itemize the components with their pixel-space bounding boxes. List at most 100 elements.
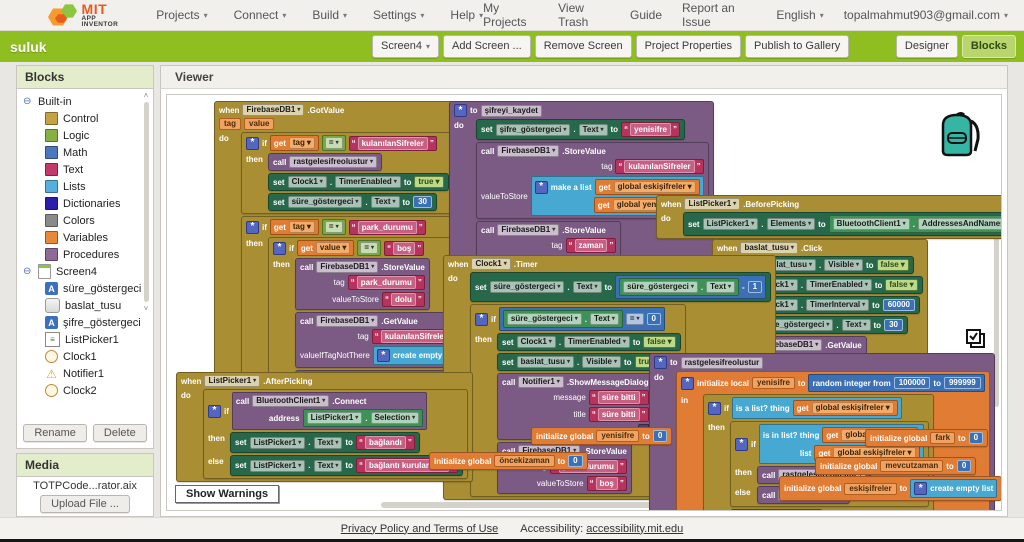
component-listpicker1[interactable]: ≡ListPicker1: [23, 331, 151, 348]
get-variable-block[interactable]: getvalue▾: [297, 240, 354, 256]
number-block[interactable]: 0: [969, 432, 983, 444]
accessibility-link[interactable]: accessibility.mit.edu: [586, 523, 683, 535]
component-notifier1[interactable]: ⚠Notifier1: [23, 365, 151, 382]
block[interactable]: setsüre_göstergeci▾.Text▾tosüre_gösterge…: [470, 272, 771, 302]
builtin-text[interactable]: Text: [23, 161, 151, 178]
inline-block[interactable]: BluetoothClient1▾.AddressesAndNames▾: [829, 215, 1002, 233]
dropdown[interactable]: Text▾: [590, 313, 619, 325]
mutator-icon[interactable]: *: [377, 349, 390, 362]
dropdown[interactable]: FirebaseDB1▾: [316, 261, 378, 273]
dropdown[interactable]: Visible▾: [582, 356, 621, 368]
init-global-oncekizaman[interactable]: initialize globalöncekizamanto0: [429, 452, 588, 470]
link-report-an-issue[interactable]: Report an Issue: [682, 1, 756, 29]
text-block[interactable]: “boş”: [587, 476, 627, 491]
mutator-icon[interactable]: *: [535, 181, 548, 194]
builtin-logic[interactable]: Logic: [23, 127, 151, 144]
get-variable-block[interactable]: gettag▾: [270, 135, 319, 151]
mutator-icon[interactable]: *: [654, 356, 667, 369]
mutator-icon[interactable]: *: [454, 104, 467, 117]
get-variable-block[interactable]: getglobal eskişifreler▾: [595, 179, 700, 195]
block[interactable]: setsüre_göstergeci▾.Text▾to30: [268, 193, 437, 211]
menu-projects[interactable]: Projects▾: [156, 8, 207, 22]
variable-pill[interactable]: öncekizaman: [494, 455, 554, 467]
inline-block[interactable]: süre_göstergeci▾.Text▾: [619, 278, 739, 296]
link-my-projects[interactable]: My Projects: [483, 1, 538, 29]
menu-build[interactable]: Build▾: [312, 8, 347, 22]
dropdown[interactable]: TimerInterval▾: [806, 299, 869, 311]
dropdown[interactable]: süre_göstergeci▾: [507, 313, 582, 325]
block[interactable]: setClock1▾.TimerEnabled▾tofalse▾: [497, 333, 681, 351]
component-şifre_göstergeci[interactable]: Aşifre_göstergeci: [23, 314, 151, 331]
builtin-control[interactable]: Control: [23, 110, 151, 127]
dropdown[interactable]: FirebaseDB1▾: [242, 104, 304, 116]
inline-block[interactable]: random integer from100000to999999: [808, 374, 984, 392]
block[interactable]: setListPicker1▾.Elements▾toBluetoothClie…: [683, 212, 1002, 236]
block[interactable]: callFirebaseDB1▾.GetValuetag“kulanılanSi…: [295, 312, 465, 368]
dropdown[interactable]: süre_göstergeci▾: [288, 196, 363, 208]
get-variable-block[interactable]: gettag▾: [270, 219, 319, 235]
inline-block[interactable]: süre_göstergeci▾.Text▾=▾0: [499, 307, 665, 331]
dropdown[interactable]: ListPicker1▾: [703, 218, 759, 230]
block[interactable]: callşifreyi_kaydet▾: [730, 509, 823, 511]
account-menu[interactable]: topalmahmut903@gmail.com▾: [844, 8, 1008, 22]
dropdown[interactable]: Text▾: [371, 196, 400, 208]
text-block[interactable]: “yenisifre”: [621, 122, 680, 137]
dropdown[interactable]: baslat_tusu▾: [517, 356, 574, 368]
mutator-icon[interactable]: *: [681, 377, 694, 390]
backpack-icon[interactable]: [933, 111, 987, 159]
dropdown[interactable]: FirebaseDB1▾: [497, 224, 559, 236]
block[interactable]: setListPicker1▾.Text▾to“bağlandı”: [230, 432, 420, 453]
number-block[interactable]: 999999: [944, 377, 981, 389]
builtin-colors[interactable]: Colors: [23, 212, 151, 229]
dropdown[interactable]: TimerEnabled▾: [806, 279, 872, 291]
block[interactable]: setbaslat_tusu▾.Visible▾totrue▾: [497, 353, 669, 371]
text-block[interactable]: “park_durumu”: [349, 220, 426, 235]
component-clock2[interactable]: Clock2: [23, 382, 151, 399]
variable-pill[interactable]: yenisifre: [752, 377, 795, 389]
dropdown[interactable]: Clock1▾: [471, 258, 510, 270]
text-block[interactable]: “kulanılanSifreler”: [615, 159, 703, 174]
menu-connect[interactable]: Connect▾: [234, 8, 287, 22]
media-file-name[interactable]: TOTPCode...rator.aix: [17, 480, 153, 492]
mutator-icon[interactable]: *: [735, 438, 748, 451]
number-block[interactable]: 60000: [883, 299, 915, 311]
language-selector[interactable]: English▾: [776, 8, 823, 22]
inline-block[interactable]: *create empty list: [910, 479, 997, 498]
tree-builtin[interactable]: ⊖Built-in: [23, 93, 151, 110]
compare-block[interactable]: =▾: [322, 219, 346, 235]
blocks-canvas[interactable]: △ △ ⚠ 1 ✕ 0 ▽ ▽ Show Warnings: [166, 94, 1002, 511]
dropdown[interactable]: süre_göstergeci▾: [490, 281, 565, 293]
rename-button[interactable]: Rename: [23, 424, 87, 442]
dropdown[interactable]: Visible▾: [824, 259, 863, 271]
number-block[interactable]: 30: [413, 196, 432, 208]
block[interactable]: *ifcallBluetoothClient1▾.ConnectaddressL…: [203, 389, 468, 479]
mutator-icon[interactable]: *: [708, 402, 721, 415]
builtin-dictionaries[interactable]: Dictionaries: [23, 195, 151, 212]
mutator-icon[interactable]: *: [273, 242, 286, 255]
text-block[interactable]: “park_durumu”: [348, 275, 425, 290]
inline-block[interactable]: ListPicker1▾.Selection▾: [303, 409, 424, 427]
mutator-icon[interactable]: *: [208, 405, 221, 418]
text-block[interactable]: “dolu”: [382, 292, 425, 307]
dropdown[interactable]: BluetoothClient1▾: [252, 395, 329, 407]
show-warnings-button[interactable]: Show Warnings: [175, 485, 279, 503]
button-remove-screen[interactable]: Remove Screen: [535, 35, 632, 58]
dropdown[interactable]: Selection▾: [371, 412, 420, 424]
privacy-link[interactable]: Privacy Policy and Terms of Use: [341, 523, 499, 535]
collapse-icon[interactable]: ⊖: [23, 96, 33, 107]
number-block[interactable]: 0: [647, 313, 661, 325]
dropdown[interactable]: TimerEnabled▾: [564, 336, 630, 348]
dropdown[interactable]: Text▾: [579, 124, 608, 136]
delete-button[interactable]: Delete: [93, 424, 147, 442]
dropdown[interactable]: AddressesAndNames▾: [918, 218, 1002, 230]
dropdown[interactable]: ListPicker1▾: [307, 412, 363, 424]
dropdown[interactable]: Clock1▾: [517, 336, 556, 348]
number-block[interactable]: 1: [748, 281, 762, 293]
tree-scrollbar[interactable]: ˄ ˅: [141, 91, 151, 418]
block[interactable]: *ifgettag▾=▾“kulanılanSifreler”thencallr…: [241, 132, 454, 214]
dropdown[interactable]: BluetoothClient1▾: [833, 218, 910, 230]
dropdown[interactable]: FirebaseDB1▾: [497, 145, 559, 157]
dropdown[interactable]: şifre_göstergeci▾: [496, 124, 571, 136]
when-listpicker1-beforepicking[interactable]: whenListPicker1▾.BeforePickingdosetListP…: [656, 195, 1002, 239]
dropdown[interactable]: =▾: [626, 313, 644, 325]
